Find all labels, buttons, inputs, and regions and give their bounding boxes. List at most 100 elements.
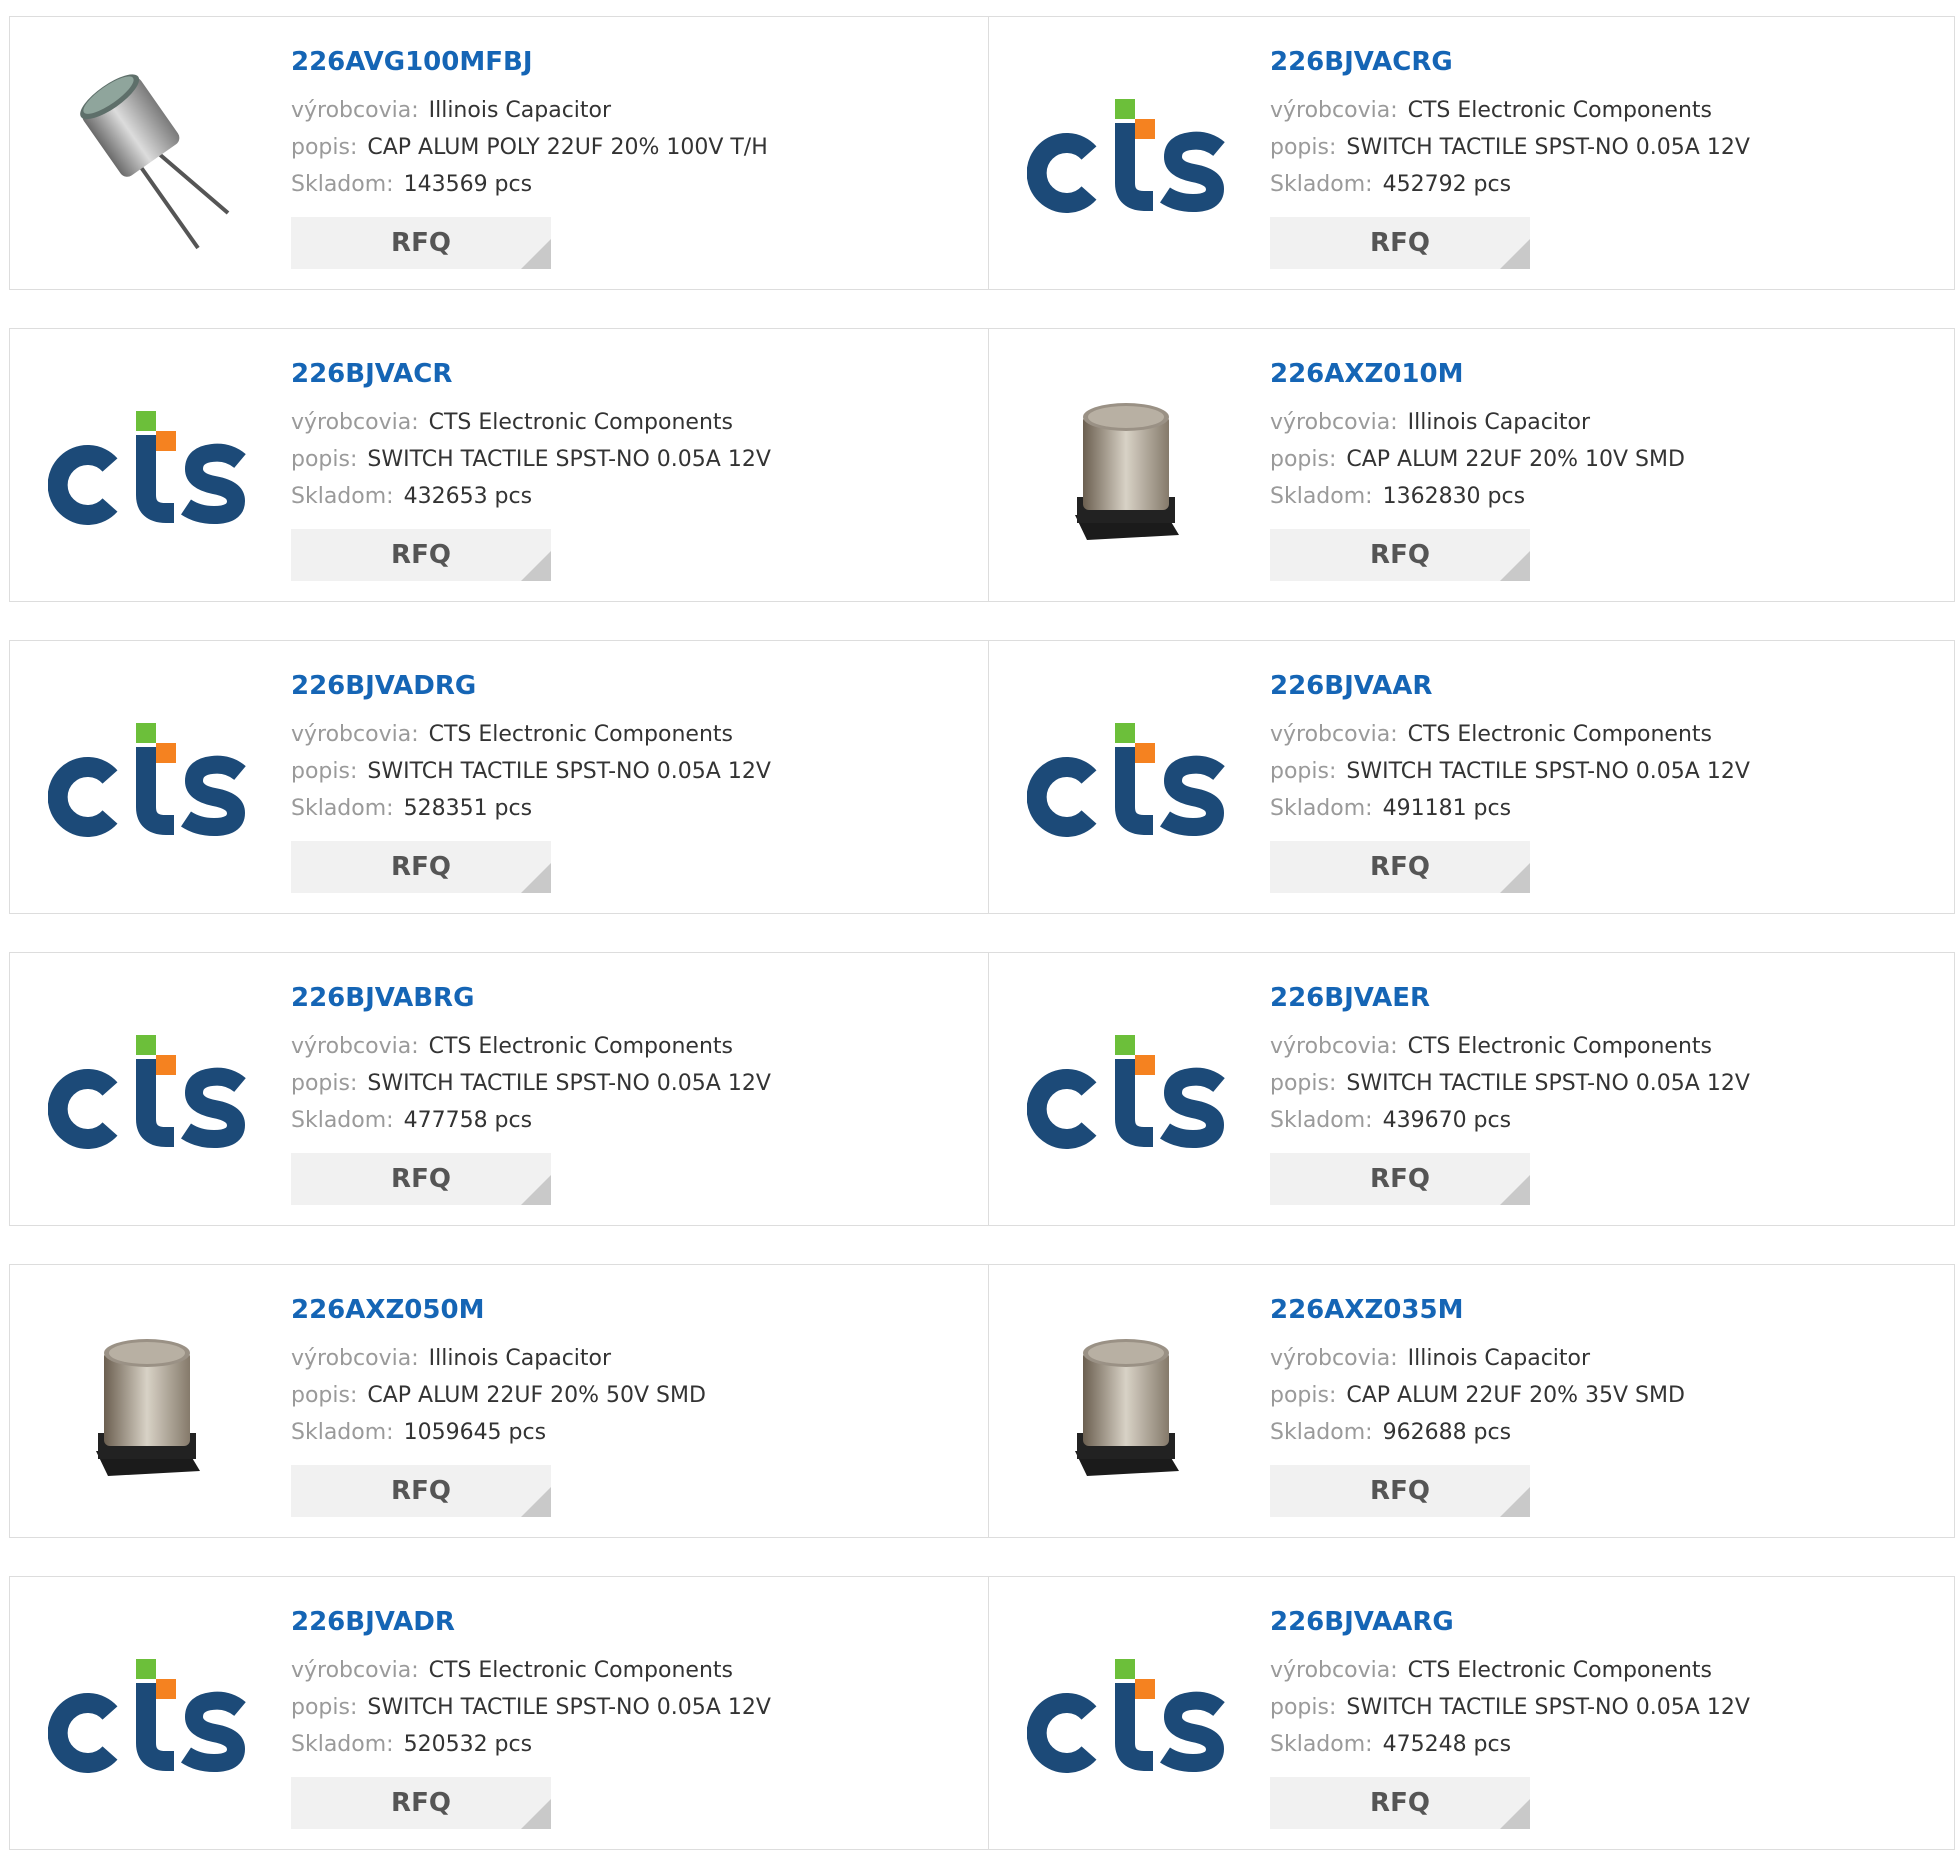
rfq-button[interactable]: RFQ — [1270, 1465, 1530, 1517]
smd-capacitor-icon — [48, 1301, 248, 1505]
product-card: 226BJVACRG výrobcovia: CTS Electronic Com… — [988, 17, 1955, 289]
product-image[interactable] — [1027, 367, 1227, 567]
stock-line: Skladom: 452792 pcs — [1270, 166, 1955, 203]
manufacturer-label: výrobcovia: — [291, 1034, 419, 1059]
product-card: 226AXZ050M výrobcovia: Illinois Capacitor… — [10, 1265, 988, 1537]
manufacturer-label: výrobcovia: — [1270, 98, 1398, 123]
product-image[interactable] — [1026, 991, 1227, 1191]
rfq-button[interactable]: RFQ — [1270, 841, 1530, 893]
stock-value: 432653 pcs — [403, 484, 533, 509]
stock-line: Skladom: 520532 pcs — [291, 1726, 978, 1763]
description-value: CAP ALUM 22UF 20% 35V SMD — [1346, 1383, 1685, 1408]
stock-label: Skladom: — [291, 172, 394, 197]
product-info: 226BJVAAR výrobcovia: CTS Electronic Comp… — [1270, 673, 1955, 827]
stock-line: Skladom: 491181 pcs — [1270, 790, 1955, 827]
product-image[interactable] — [48, 1303, 248, 1503]
part-number-link[interactable]: 226AXZ010M — [1270, 361, 1955, 387]
part-number-link[interactable]: 226AVG100MFBJ — [291, 49, 978, 75]
product-row: 226BJVADR výrobcovia: CTS Electronic Comp… — [9, 1576, 1955, 1850]
rfq-button[interactable]: RFQ — [1270, 1153, 1530, 1205]
description-line: popis: SWITCH TACTILE SPST-NO 0.05A 12V — [291, 441, 978, 478]
part-number-link[interactable]: 226AXZ050M — [291, 1297, 978, 1323]
manufacturer-line: výrobcovia: Illinois Capacitor — [1270, 404, 1955, 441]
rfq-button[interactable]: RFQ — [1270, 217, 1530, 269]
part-number-link[interactable]: 226BJVAER — [1270, 985, 1955, 1011]
product-info: 226BJVAARG výrobcovia: CTS Electronic Com… — [1270, 1609, 1955, 1763]
stock-label: Skladom: — [291, 484, 394, 509]
stock-line: Skladom: 477758 pcs — [291, 1102, 978, 1139]
description-label: popis: — [291, 759, 358, 784]
stock-value: 962688 pcs — [1382, 1420, 1512, 1445]
rfq-button[interactable]: RFQ — [291, 1153, 551, 1205]
product-card: 226BJVADRG výrobcovia: CTS Electronic Com… — [10, 641, 988, 913]
rfq-button[interactable]: RFQ — [291, 529, 551, 581]
product-row: 226AVG100MFBJ výrobcovia: Illinois Capaci… — [9, 16, 1955, 290]
stock-value: 1059645 pcs — [403, 1420, 547, 1445]
cts-logo-icon — [47, 717, 248, 841]
manufacturer-line: výrobcovia: CTS Electronic Components — [291, 716, 978, 753]
manufacturer-line: výrobcovia: CTS Electronic Components — [1270, 92, 1955, 129]
part-number-link[interactable]: 226BJVAAR — [1270, 673, 1955, 699]
stock-value: 452792 pcs — [1382, 172, 1512, 197]
manufacturer-line: výrobcovia: CTS Electronic Components — [1270, 1652, 1955, 1689]
cts-logo-icon — [47, 1653, 248, 1777]
rfq-button[interactable]: RFQ — [291, 1777, 551, 1829]
stock-value: 439670 pcs — [1382, 1108, 1512, 1133]
description-label: popis: — [1270, 1695, 1337, 1720]
manufacturer-value: Illinois Capacitor — [1407, 1346, 1591, 1371]
product-row: 226BJVACR výrobcovia: CTS Electronic Comp… — [9, 328, 1955, 602]
manufacturer-label: výrobcovia: — [1270, 1034, 1398, 1059]
stock-label: Skladom: — [1270, 1732, 1373, 1757]
rfq-button[interactable]: RFQ — [1270, 1777, 1530, 1829]
stock-label: Skladom: — [291, 1108, 394, 1133]
description-label: popis: — [291, 135, 358, 160]
through-hole-capacitor-icon — [48, 53, 248, 257]
manufacturer-line: výrobcovia: CTS Electronic Components — [291, 404, 978, 441]
part-number-link[interactable]: 226BJVACR — [291, 361, 978, 387]
manufacturer-label: výrobcovia: — [1270, 1658, 1398, 1683]
description-line: popis: CAP ALUM 22UF 20% 10V SMD — [1270, 441, 1955, 478]
cts-logo-icon — [47, 405, 248, 529]
description-line: popis: CAP ALUM POLY 22UF 20% 100V T/H — [291, 129, 978, 166]
description-line: popis: SWITCH TACTILE SPST-NO 0.05A 12V — [1270, 129, 1955, 166]
product-image[interactable] — [47, 1615, 248, 1815]
product-info: 226BJVACR výrobcovia: CTS Electronic Comp… — [291, 361, 978, 515]
description-label: popis: — [291, 1071, 358, 1096]
product-image[interactable] — [1027, 1303, 1227, 1503]
description-value: SWITCH TACTILE SPST-NO 0.05A 12V — [1346, 1695, 1750, 1720]
part-number-link[interactable]: 226BJVABRG — [291, 985, 978, 1011]
stock-label: Skladom: — [291, 1732, 394, 1757]
part-number-link[interactable]: 226BJVAARG — [1270, 1609, 1955, 1635]
product-card: 226BJVACR výrobcovia: CTS Electronic Comp… — [10, 329, 988, 601]
product-info: 226AVG100MFBJ výrobcovia: Illinois Capaci… — [291, 49, 978, 203]
stock-label: Skladom: — [1270, 796, 1373, 821]
rfq-button[interactable]: RFQ — [291, 841, 551, 893]
manufacturer-value: Illinois Capacitor — [428, 98, 612, 123]
manufacturer-value: CTS Electronic Components — [428, 410, 733, 435]
part-number-link[interactable]: 226BJVADR — [291, 1609, 978, 1635]
part-number-link[interactable]: 226AXZ035M — [1270, 1297, 1955, 1323]
product-image[interactable] — [1026, 1615, 1227, 1815]
manufacturer-line: výrobcovia: CTS Electronic Components — [1270, 716, 1955, 753]
product-image[interactable] — [1026, 55, 1227, 255]
product-image[interactable] — [47, 991, 248, 1191]
rfq-button[interactable]: RFQ — [291, 217, 551, 269]
product-card: 226BJVABRG výrobcovia: CTS Electronic Com… — [10, 953, 988, 1225]
product-card: 226BJVAER výrobcovia: CTS Electronic Comp… — [988, 953, 1955, 1225]
product-row: 226BJVABRG výrobcovia: CTS Electronic Com… — [9, 952, 1955, 1226]
product-image[interactable] — [48, 55, 248, 255]
product-image[interactable] — [47, 367, 248, 567]
stock-line: Skladom: 1362830 pcs — [1270, 478, 1955, 515]
rfq-button[interactable]: RFQ — [1270, 529, 1530, 581]
product-info: 226AXZ035M výrobcovia: Illinois Capacitor… — [1270, 1297, 1955, 1451]
manufacturer-value: CTS Electronic Components — [428, 1034, 733, 1059]
product-image[interactable] — [1026, 679, 1227, 879]
product-row: 226BJVADRG výrobcovia: CTS Electronic Com… — [9, 640, 1955, 914]
description-line: popis: SWITCH TACTILE SPST-NO 0.05A 12V — [1270, 753, 1955, 790]
manufacturer-label: výrobcovia: — [1270, 410, 1398, 435]
part-number-link[interactable]: 226BJVADRG — [291, 673, 978, 699]
description-line: popis: SWITCH TACTILE SPST-NO 0.05A 12V — [291, 753, 978, 790]
part-number-link[interactable]: 226BJVACRG — [1270, 49, 1955, 75]
product-image[interactable] — [47, 679, 248, 879]
rfq-button[interactable]: RFQ — [291, 1465, 551, 1517]
